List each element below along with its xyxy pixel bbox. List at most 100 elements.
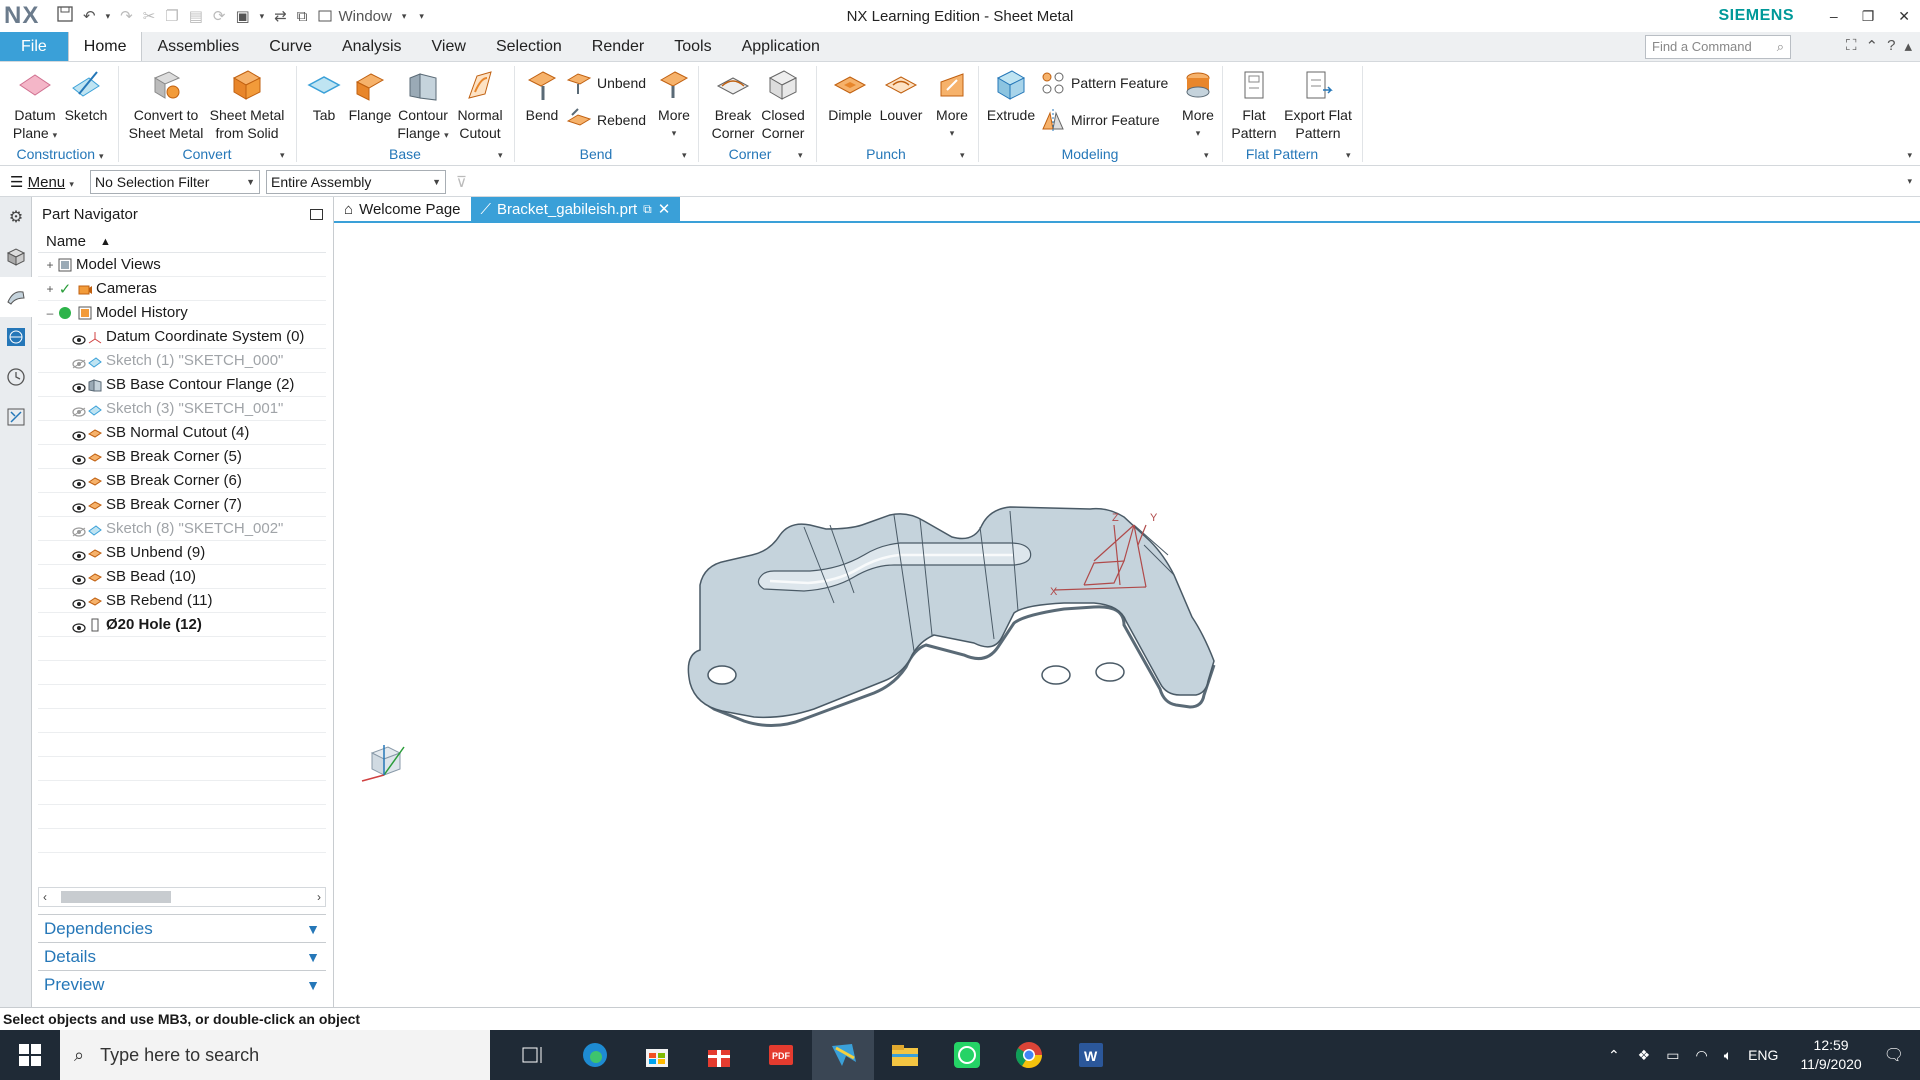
history-feature-row[interactable]: Sketch (8) "SKETCH_002" — [38, 517, 326, 541]
tab-analysis[interactable]: Analysis — [327, 32, 417, 61]
history-feature-row[interactable]: SB Rebend (11) — [38, 589, 326, 613]
history-feature-row[interactable]: SB Normal Cutout (4) — [38, 421, 326, 445]
selection-scope-select[interactable]: Entire Assembly ▼ — [266, 169, 446, 194]
sheet-metal-from-solid-button[interactable]: Sheet Metal from Solid — [208, 68, 286, 142]
battery-icon[interactable]: ▭ — [1666, 1047, 1679, 1064]
chrome-icon[interactable] — [998, 1030, 1060, 1080]
repeat-command-icon[interactable]: ⟳ — [210, 7, 229, 25]
scroll-right-icon[interactable]: › — [317, 890, 321, 904]
nx-app-icon[interactable] — [812, 1030, 874, 1080]
dependencies-panel[interactable]: Dependencies ▼ — [38, 914, 326, 942]
tab-home[interactable]: Home — [67, 32, 143, 61]
history-feature-row[interactable]: SB Unbend (9) — [38, 541, 326, 565]
group-corner-dropdown-icon[interactable]: ▾ — [798, 150, 803, 161]
start-button[interactable] — [0, 1030, 60, 1080]
undo-dropdown-icon[interactable]: ▾ — [103, 11, 114, 22]
paste-icon[interactable]: ▤ — [186, 7, 206, 25]
bend-button[interactable]: Bend — [520, 68, 564, 124]
group-punch[interactable]: Punch — [824, 146, 948, 162]
whatsapp-icon[interactable] — [936, 1030, 998, 1080]
tab-render[interactable]: Render — [577, 32, 659, 61]
tab-curve[interactable]: Curve — [254, 32, 327, 61]
task-view-icon[interactable] — [502, 1030, 564, 1080]
collapse-icon[interactable]: – — [44, 306, 56, 320]
break-corner-button[interactable]: Break Corner — [706, 68, 760, 142]
history-feature-row[interactable]: SB Break Corner (5) — [38, 445, 326, 469]
group-bend[interactable]: Bend — [520, 146, 672, 162]
export-flat-pattern-button[interactable]: Export Flat Pattern — [1282, 68, 1354, 142]
punch-more-button[interactable]: More ▾ — [930, 68, 974, 142]
mirror-feature-button[interactable]: Mirror Feature — [1040, 107, 1160, 133]
flat-pattern-button[interactable]: Flat Pattern — [1228, 68, 1280, 142]
graphics-viewport[interactable]: Z Y X — [334, 225, 1920, 1007]
ribbon-options-dropdown-icon[interactable]: ▾ — [1907, 150, 1912, 161]
word-icon[interactable]: W — [1060, 1030, 1122, 1080]
history-feature-row[interactable]: Ø20 Hole (12) — [38, 613, 326, 637]
help-icon[interactable]: ? — [1887, 37, 1895, 55]
datum-plane-button[interactable]: Datum Plane ▾ — [8, 68, 62, 144]
sketch-button[interactable]: Sketch — [64, 68, 108, 124]
taskbar-search-box[interactable]: ⌕ Type here to search — [60, 1030, 490, 1080]
preview-panel[interactable]: Preview ▼ — [38, 970, 326, 998]
pdf-reader-icon[interactable]: PDF — [750, 1030, 812, 1080]
modeling-more-button[interactable]: More ▾ — [1176, 68, 1220, 142]
visible-eye-icon[interactable] — [72, 476, 86, 489]
history-feature-row[interactable]: Sketch (1) "SKETCH_000" — [38, 349, 326, 373]
minimize-icon[interactable]: – — [1830, 8, 1838, 25]
visible-eye-icon[interactable] — [72, 380, 86, 393]
navigator-horizontal-scrollbar[interactable]: ‹ › — [38, 887, 326, 907]
clock[interactable]: 12:59 11/9/2020 — [1800, 1036, 1861, 1074]
tree-node-cameras[interactable]: + ✓ Cameras — [38, 277, 326, 301]
switch-window-icon[interactable]: ⇄ — [271, 7, 290, 25]
group-modeling-dropdown-icon[interactable]: ▾ — [1204, 150, 1209, 161]
window-menu[interactable]: Window ▾ — [315, 8, 413, 25]
settings-gear-icon[interactable]: ⚙ — [0, 197, 32, 237]
history-icon[interactable] — [0, 357, 32, 397]
tab-file[interactable]: File — [0, 32, 68, 61]
tab-welcome-page[interactable]: ⌂ Welcome Page — [334, 197, 471, 221]
visible-eye-icon[interactable] — [72, 572, 86, 585]
ribbon-options-icon[interactable]: ▴ — [1904, 37, 1912, 55]
visible-eye-icon[interactable] — [72, 548, 86, 561]
tab-feature-button[interactable]: Tab — [302, 68, 346, 124]
restore-icon[interactable]: ❐ — [1862, 8, 1875, 25]
tree-node-model-history[interactable]: – Model History — [38, 301, 326, 325]
customize-qa-icon[interactable]: ▾ — [416, 11, 427, 22]
details-panel[interactable]: Details ▼ — [38, 942, 326, 970]
group-modeling[interactable]: Modeling — [986, 146, 1194, 162]
selection-filter-select[interactable]: No Selection Filter ▼ — [90, 169, 260, 194]
redo-icon[interactable]: ↷ — [117, 7, 136, 25]
extrude-button[interactable]: Extrude — [986, 68, 1036, 124]
find-command-input[interactable]: Find a Command ⌕ — [1645, 35, 1791, 59]
undock-icon[interactable]: ⧉ — [643, 202, 652, 217]
history-feature-row[interactable]: SB Break Corner (7) — [38, 493, 326, 517]
unbend-button[interactable]: Unbend — [566, 70, 646, 96]
scrollbar-thumb[interactable] — [61, 891, 171, 903]
convert-to-sheet-metal-button[interactable]: Convert to Sheet Metal — [126, 68, 206, 142]
microsoft-store-icon[interactable] — [626, 1030, 688, 1080]
maximize-panel-icon[interactable] — [310, 208, 323, 220]
process-studio-icon[interactable] — [0, 397, 32, 437]
visible-eye-icon[interactable] — [72, 452, 86, 465]
tree-node-model-views[interactable]: + Model Views — [38, 253, 326, 277]
bend-more-button[interactable]: More ▾ — [652, 68, 696, 142]
group-convert[interactable]: Convert — [126, 146, 288, 162]
save-icon[interactable] — [54, 6, 76, 26]
close-icon[interactable]: ✕ — [1898, 8, 1910, 25]
assembly-navigator-icon[interactable] — [0, 237, 32, 277]
sheet-metal-bracket-model[interactable]: Z Y X — [334, 225, 1920, 1007]
visible-eye-icon[interactable] — [72, 500, 86, 513]
expand-icon[interactable]: + — [44, 282, 56, 296]
contour-flange-button[interactable]: Contour Flange ▾ — [394, 68, 452, 144]
hidden-eye-icon[interactable] — [72, 356, 86, 369]
group-flat-pattern[interactable]: Flat Pattern — [1228, 146, 1336, 162]
flange-button[interactable]: Flange — [348, 68, 392, 124]
history-feature-row[interactable]: Sketch (3) "SKETCH_001" — [38, 397, 326, 421]
louver-button[interactable]: Louver — [876, 68, 926, 124]
pattern-feature-button[interactable]: Pattern Feature — [1040, 70, 1168, 96]
gift-app-icon[interactable] — [688, 1030, 750, 1080]
tab-view[interactable]: View — [417, 32, 481, 61]
group-flat-pattern-dropdown-icon[interactable]: ▾ — [1346, 150, 1351, 161]
hidden-eye-icon[interactable] — [72, 404, 86, 417]
copy-icon[interactable]: ❐ — [162, 7, 181, 25]
